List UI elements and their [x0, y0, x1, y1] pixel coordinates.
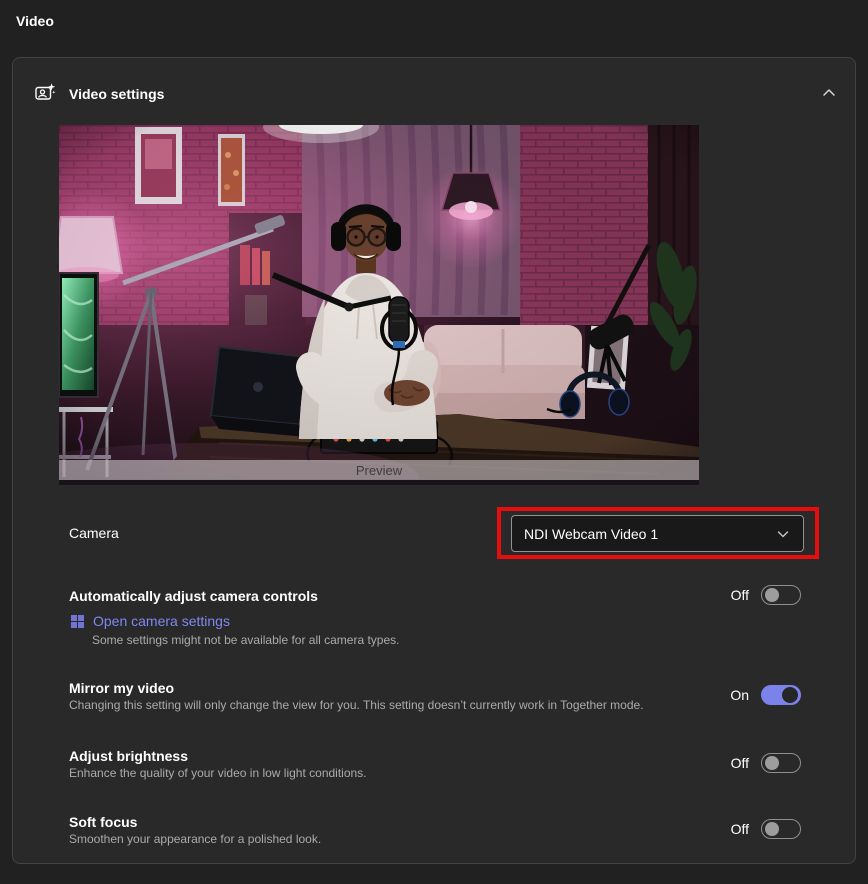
chevron-down-icon	[775, 526, 791, 542]
section-title: Video settings	[69, 86, 164, 102]
mirror-video-desc: Changing this setting will only change t…	[69, 698, 644, 712]
auto-adjust-toggle[interactable]	[761, 585, 801, 605]
camera-dropdown[interactable]: NDI Webcam Video 1	[511, 515, 804, 552]
toggle-knob	[765, 588, 779, 602]
video-person-sparkle-icon	[33, 81, 57, 105]
auto-adjust-state: Off	[731, 587, 749, 603]
adjust-brightness-state: Off	[731, 755, 749, 771]
adjust-brightness-label: Adjust brightness	[69, 748, 188, 764]
camera-label: Camera	[69, 525, 119, 541]
chevron-up-icon	[819, 83, 839, 103]
mirror-video-toggle-group: On	[730, 685, 801, 705]
auto-adjust-toggle-group: Off	[731, 585, 801, 605]
open-camera-settings-link[interactable]: Open camera settings	[71, 613, 230, 629]
page-title: Video	[16, 13, 54, 29]
toggle-knob	[765, 756, 779, 770]
mirror-video-state: On	[730, 687, 749, 703]
adjust-brightness-toggle-group: Off	[731, 753, 801, 773]
soft-focus-toggle[interactable]	[761, 819, 801, 839]
soft-focus-label: Soft focus	[69, 814, 137, 830]
mirror-video-toggle[interactable]	[761, 685, 801, 705]
soft-focus-state: Off	[731, 821, 749, 837]
soft-focus-desc: Smoothen your appearance for a polished …	[69, 832, 321, 846]
auto-adjust-label: Automatically adjust camera controls	[69, 588, 318, 604]
camera-preview: Preview	[59, 125, 699, 485]
toggle-knob	[782, 687, 798, 703]
camera-dropdown-value: NDI Webcam Video 1	[524, 526, 658, 542]
adjust-brightness-toggle[interactable]	[761, 753, 801, 773]
preview-photo	[59, 125, 699, 485]
windows-logo-icon	[71, 615, 84, 628]
open-camera-settings-text: Open camera settings	[93, 613, 230, 629]
preview-caption: Preview	[59, 460, 699, 480]
video-settings-card: Video settings	[12, 57, 856, 864]
mirror-video-label: Mirror my video	[69, 680, 174, 696]
camera-settings-note: Some settings might not be available for…	[92, 633, 400, 647]
collapse-section-button[interactable]	[819, 83, 839, 103]
adjust-brightness-desc: Enhance the quality of your video in low…	[69, 766, 367, 780]
toggle-knob	[765, 822, 779, 836]
soft-focus-toggle-group: Off	[731, 819, 801, 839]
